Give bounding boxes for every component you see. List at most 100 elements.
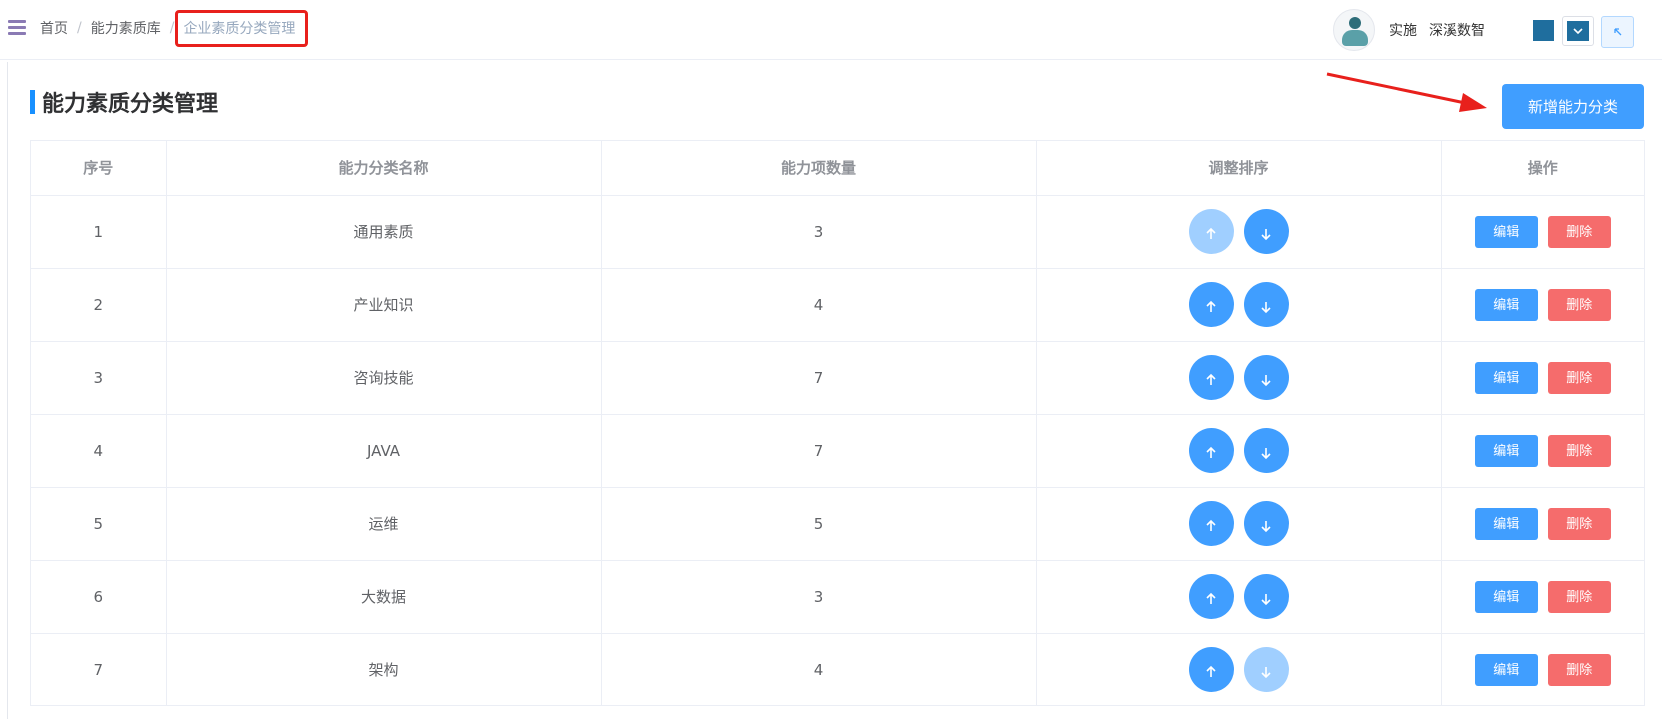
move-up-button[interactable] — [1188, 282, 1234, 327]
move-up-button[interactable] — [1188, 428, 1234, 473]
delete-button[interactable]: 删除 — [1547, 288, 1611, 321]
cell-sort — [1036, 341, 1442, 415]
cell-item-count: 7 — [601, 414, 1037, 488]
move-up-button[interactable] — [1188, 355, 1234, 400]
cell-sort — [1036, 195, 1442, 269]
table-row: 2 产业知识 4 编辑 删除 — [31, 268, 1644, 342]
user-company: 深溪数智 — [1429, 23, 1485, 39]
delete-button[interactable]: 删除 — [1547, 215, 1611, 248]
cell-item-count: 3 — [601, 195, 1037, 269]
user-info[interactable]: 实施 深溪数智 — [1333, 8, 1485, 52]
cell-item-count: 3 — [601, 560, 1037, 634]
edit-button[interactable]: 编辑 — [1474, 215, 1538, 248]
cell-index: 2 — [31, 268, 167, 342]
fullscreen-button[interactable] — [1601, 16, 1634, 48]
cell-actions: 编辑 删除 — [1441, 560, 1644, 634]
edit-button[interactable]: 编辑 — [1474, 434, 1538, 467]
cell-category-name: 架构 — [166, 633, 602, 706]
breadcrumb-library[interactable]: 能力素质库 — [91, 18, 161, 38]
cell-item-count: 4 — [601, 268, 1037, 342]
move-down-button[interactable] — [1243, 282, 1289, 327]
arrow-up-icon — [1206, 446, 1216, 458]
column-header-count: 能力项数量 — [601, 141, 1037, 196]
cell-index: 5 — [31, 487, 167, 561]
move-up-button[interactable] — [1188, 574, 1234, 619]
table-row: 6 大数据 3 编辑 删除 — [31, 560, 1644, 634]
table-header-row: 序号 能力分类名称 能力项数量 调整排序 操作 — [31, 141, 1644, 196]
edit-button[interactable]: 编辑 — [1474, 361, 1538, 394]
cell-category-name: 产业知识 — [166, 268, 602, 342]
column-header-name: 能力分类名称 — [166, 141, 602, 196]
move-down-button[interactable] — [1243, 428, 1289, 473]
add-category-button[interactable]: 新增能力分类 — [1502, 84, 1644, 129]
cell-actions: 编辑 删除 — [1441, 341, 1644, 415]
column-header-actions: 操作 — [1441, 141, 1644, 196]
column-header-index: 序号 — [31, 141, 167, 196]
cell-category-name: 大数据 — [166, 560, 602, 634]
move-up-button[interactable] — [1188, 501, 1234, 546]
breadcrumb-separator: / — [169, 20, 175, 36]
move-down-button[interactable] — [1243, 501, 1289, 546]
category-table: 序号 能力分类名称 能力项数量 调整排序 操作 1 通用素质 3 编辑 删除 2 产业知识 4… — [30, 140, 1645, 706]
arrow-down-icon — [1261, 374, 1271, 386]
cell-actions: 编辑 删除 — [1441, 487, 1644, 561]
edit-button[interactable]: 编辑 — [1474, 288, 1538, 321]
arrow-down-icon — [1261, 593, 1271, 605]
title-accent-bar — [30, 90, 35, 114]
cell-sort — [1036, 268, 1442, 342]
cell-sort — [1036, 414, 1442, 488]
column-header-sort: 调整排序 — [1036, 141, 1442, 196]
delete-button[interactable]: 删除 — [1547, 507, 1611, 540]
cell-actions: 编辑 删除 — [1441, 195, 1644, 269]
arrow-up-left-icon — [1613, 28, 1621, 36]
top-bar: 首页 / 能力素质库 / 企业素质分类管理 实施 深溪数智 — [0, 0, 1662, 60]
theme-color-swatch[interactable] — [1533, 20, 1554, 41]
delete-button[interactable]: 删除 — [1547, 361, 1611, 394]
edit-button[interactable]: 编辑 — [1474, 580, 1538, 613]
arrow-up-icon — [1206, 665, 1216, 677]
chevron-down-icon — [1567, 21, 1589, 41]
theme-dropdown-button[interactable] — [1562, 16, 1594, 46]
delete-button[interactable]: 删除 — [1547, 580, 1611, 613]
cell-item-count: 5 — [601, 487, 1037, 561]
cell-category-name: 通用素质 — [166, 195, 602, 269]
move-up-button[interactable] — [1188, 647, 1234, 693]
cell-index: 6 — [31, 560, 167, 634]
arrow-down-icon — [1261, 228, 1271, 240]
cell-index: 3 — [31, 341, 167, 415]
arrow-up-icon — [1206, 227, 1216, 239]
arrow-up-icon — [1206, 300, 1216, 312]
avatar[interactable] — [1333, 9, 1375, 51]
cell-sort — [1036, 560, 1442, 634]
cell-item-count: 4 — [601, 633, 1037, 706]
table-row: 1 通用素质 3 编辑 删除 — [31, 195, 1644, 269]
move-up-button[interactable] — [1188, 209, 1234, 254]
delete-button[interactable]: 删除 — [1547, 434, 1611, 467]
hamburger-icon[interactable] — [8, 20, 26, 36]
table-row: 5 运维 5 编辑 删除 — [31, 487, 1644, 561]
cell-sort — [1036, 487, 1442, 561]
arrow-down-icon — [1261, 301, 1271, 313]
table-row: 7 架构 4 编辑 删除 — [31, 633, 1644, 706]
move-down-button[interactable] — [1243, 209, 1289, 254]
edit-button[interactable]: 编辑 — [1474, 507, 1538, 540]
move-down-button[interactable] — [1243, 574, 1289, 619]
move-down-button[interactable] — [1243, 355, 1289, 400]
cell-sort — [1036, 633, 1442, 706]
arrow-down-icon — [1261, 447, 1271, 459]
breadcrumb-home[interactable]: 首页 — [40, 18, 68, 38]
table-row: 4 JAVA 7 编辑 删除 — [31, 414, 1644, 488]
cell-index: 7 — [31, 633, 167, 706]
table-row: 3 咨询技能 7 编辑 删除 — [31, 341, 1644, 415]
cell-item-count: 7 — [601, 341, 1037, 415]
breadcrumb-current: 企业素质分类管理 — [183, 21, 296, 37]
cell-actions: 编辑 删除 — [1441, 414, 1644, 488]
delete-button[interactable]: 删除 — [1547, 653, 1611, 686]
cell-actions: 编辑 删除 — [1441, 633, 1644, 706]
arrow-down-icon — [1261, 520, 1271, 532]
edit-button[interactable]: 编辑 — [1474, 653, 1538, 686]
cell-category-name: 咨询技能 — [166, 341, 602, 415]
arrow-up-icon — [1206, 373, 1216, 385]
move-down-button[interactable] — [1243, 647, 1289, 693]
cell-category-name: JAVA — [166, 414, 602, 488]
